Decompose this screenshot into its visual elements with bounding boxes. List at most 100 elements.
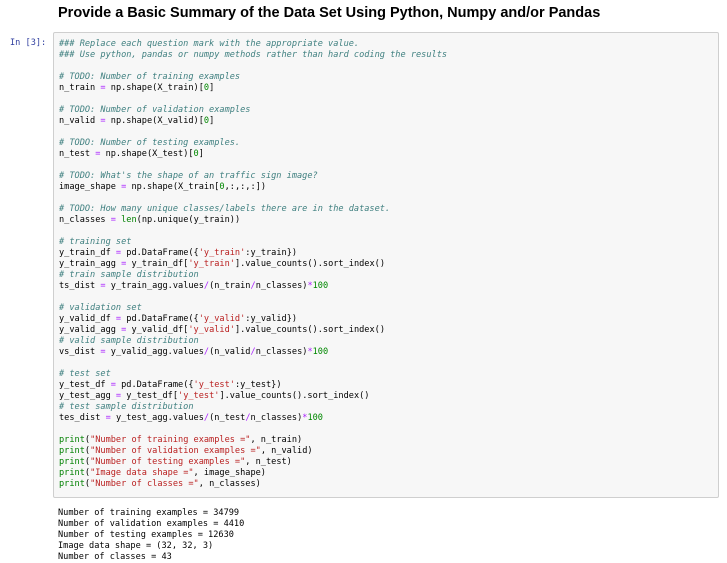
- code-line: # TODO: What's the shape of an traffic s…: [59, 171, 447, 182]
- code-token: image_shape: [59, 182, 122, 192]
- output-line: Number of classes = 43: [58, 552, 172, 562]
- section-heading: Provide a Basic Summary of the Data Set …: [58, 5, 601, 21]
- code-token: y_valid_agg.values: [105, 347, 204, 357]
- code-token: ts_dist: [59, 281, 101, 291]
- code-token: 'y_valid': [188, 325, 235, 335]
- code-line: print("Number of validation examples =",…: [59, 446, 447, 457]
- code-token: 100: [307, 413, 323, 423]
- code-token: n_train: [59, 83, 101, 93]
- code-token: :y_train}): [245, 248, 298, 258]
- code-token: len: [121, 215, 137, 225]
- code-token: y_test_agg.values: [110, 413, 204, 423]
- code-token: np.shape(X_train[: [126, 182, 220, 192]
- code-line: y_valid_df = pd.DataFrame({'y_valid':y_v…: [59, 314, 447, 325]
- code-token: n_classes): [255, 347, 308, 357]
- code-line: ### Use python, pandas or numpy methods …: [59, 50, 447, 61]
- code-line: # train sample distribution: [59, 270, 447, 281]
- code-token: "Number of testing examples =": [90, 457, 246, 467]
- code-token: print: [59, 457, 85, 467]
- code-token: 'y_train': [198, 248, 246, 258]
- code-editor[interactable]: ### Replace each question mark with the …: [59, 39, 447, 490]
- code-line: # validation set: [59, 303, 447, 314]
- code-token: ]: [209, 83, 215, 93]
- code-token: print: [59, 446, 85, 456]
- code-token: :y_test}): [234, 380, 282, 390]
- code-line: vs_dist = y_valid_agg.values/(n_valid/n_…: [59, 347, 447, 358]
- code-token: (n_valid: [209, 347, 251, 357]
- code-line: print("Number of testing examples =", n_…: [59, 457, 447, 468]
- code-token: y_valid_df: [59, 314, 116, 324]
- code-token: ### Use python, pandas or numpy methods …: [59, 50, 448, 60]
- code-token: , n_classes): [198, 479, 261, 489]
- code-token: (n_train: [209, 281, 251, 291]
- code-token: ].value_counts().sort_index(): [219, 391, 370, 401]
- code-line: # valid sample distribution: [59, 336, 447, 347]
- code-line: ts_dist = y_train_agg.values/(n_train/n_…: [59, 281, 447, 292]
- code-token: print: [59, 479, 85, 489]
- code-token: tes_dist: [59, 413, 106, 423]
- code-line: print("Image data shape =", image_shape): [59, 468, 447, 479]
- code-line: # TODO: Number of testing examples.: [59, 138, 447, 149]
- code-token: :y_valid}): [245, 314, 298, 324]
- code-token: ]: [209, 116, 215, 126]
- code-token: , n_test): [245, 457, 292, 467]
- code-line: # test set: [59, 369, 447, 380]
- code-token: # TODO: Number of training examples: [59, 72, 241, 82]
- code-token: 'y_train': [188, 259, 235, 269]
- code-token: 100: [312, 281, 329, 291]
- code-token: 'y_test': [178, 391, 220, 401]
- code-token: "Number of validation examples =": [90, 446, 261, 456]
- code-token: # train sample distribution: [59, 270, 199, 280]
- input-prompt: In [3]:: [10, 38, 47, 48]
- code-line: print("Number of classes =", n_classes): [59, 479, 447, 490]
- code-token: # TODO: Number of validation examples: [59, 105, 251, 115]
- code-token: ].value_counts().sort_index(): [234, 259, 385, 269]
- code-token: np.shape(X_train)[: [105, 83, 204, 93]
- code-token: # TODO: Number of testing examples.: [59, 138, 241, 148]
- code-token: pd.DataFrame({: [115, 380, 194, 390]
- code-token: # training set: [59, 237, 132, 247]
- code-line: ### Replace each question mark with the …: [59, 39, 447, 50]
- code-line: n_classes = len(np.unique(y_train)): [59, 215, 447, 226]
- output-line: Image data shape = (32, 32, 3): [58, 541, 214, 551]
- code-token: y_test_df: [59, 380, 111, 390]
- code-token: y_train_df: [59, 248, 116, 258]
- code-token: np.shape(X_test)[: [100, 149, 194, 159]
- code-token: 'y_valid': [198, 314, 246, 324]
- code-token: "Number of classes =": [90, 479, 199, 489]
- code-token: (np.unique(y_train)): [136, 215, 241, 225]
- code-line: y_train_df = pd.DataFrame({'y_train':y_t…: [59, 248, 447, 259]
- code-token: print: [59, 468, 85, 478]
- code-line: # TODO: Number of training examples: [59, 72, 447, 83]
- code-token: "Image data shape =": [90, 468, 194, 478]
- code-line: n_test = np.shape(X_test)[0]: [59, 149, 447, 160]
- code-token: y_train_agg: [59, 259, 122, 269]
- code-token: 100: [312, 347, 329, 357]
- code-token: # validation set: [59, 303, 142, 313]
- code-token: n_classes): [255, 281, 308, 291]
- code-line: image_shape = np.shape(X_train[0,:,:,:]): [59, 182, 447, 193]
- code-line: tes_dist = y_test_agg.values/(n_test/n_c…: [59, 413, 447, 424]
- code-line: n_train = np.shape(X_train)[0]: [59, 83, 447, 94]
- code-token: n_classes: [59, 215, 111, 225]
- code-token: pd.DataFrame({: [121, 248, 199, 258]
- code-line: # TODO: How many unique classes/labels t…: [59, 204, 447, 215]
- code-token: ,:,:,:]): [224, 182, 267, 192]
- code-cell-input[interactable]: ### Replace each question mark with the …: [53, 32, 719, 498]
- code-line: n_valid = np.shape(X_valid)[0]: [59, 116, 447, 127]
- code-token: # valid sample distribution: [59, 336, 199, 346]
- code-token: y_test_df[: [121, 391, 179, 401]
- code-token: (n_test: [209, 413, 246, 423]
- code-token: print: [59, 435, 85, 445]
- code-token: ### Replace each question mark with the …: [59, 39, 360, 49]
- code-token: y_valid_agg: [59, 325, 122, 335]
- code-token: y_valid_df[: [126, 325, 189, 335]
- code-token: "Number of training examples =": [90, 435, 251, 445]
- code-token: pd.DataFrame({: [121, 314, 199, 324]
